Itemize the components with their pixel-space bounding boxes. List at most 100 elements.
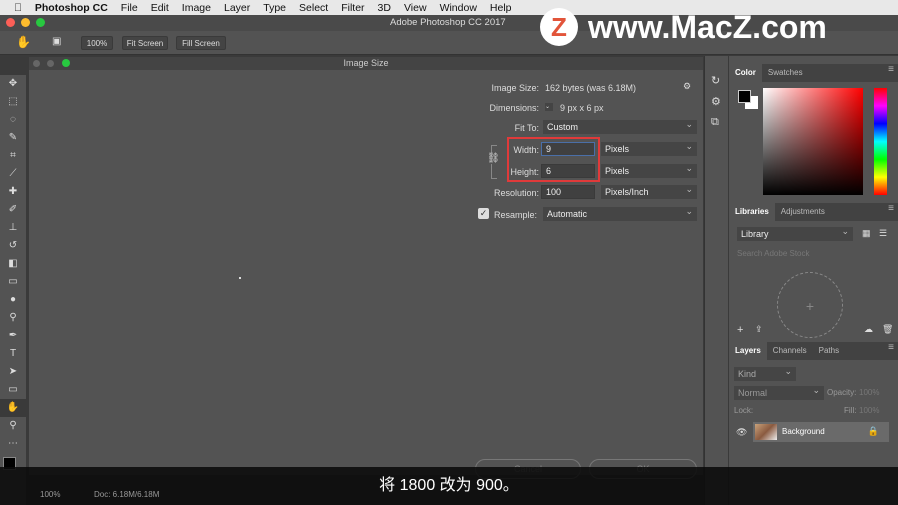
- fit-screen-button[interactable]: Fit Screen: [122, 36, 168, 50]
- panel-icon-strip: ↻ ⚙ ⧉: [704, 56, 728, 505]
- foreground-color[interactable]: [738, 90, 751, 103]
- hand-tool-icon[interactable]: ✋: [0, 399, 26, 417]
- hue-slider[interactable]: [874, 88, 887, 195]
- right-panels: Color Swatches ≡ Libraries Adjustments ≡…: [729, 56, 898, 505]
- apple-icon[interactable]: : [14, 2, 22, 14]
- libraries-panel-tabs: Libraries Adjustments ≡: [729, 203, 898, 221]
- menu-help[interactable]: Help: [490, 2, 512, 14]
- healing-tool-icon[interactable]: ✚: [0, 183, 26, 201]
- tab-layers[interactable]: Layers: [729, 342, 767, 360]
- opacity-input[interactable]: 100%: [859, 388, 879, 397]
- minimize-button[interactable]: [21, 18, 30, 27]
- layers-panel-tabs: Layers Channels Paths ≡: [729, 342, 898, 360]
- shape-tool-icon[interactable]: ▭: [0, 381, 26, 399]
- resample-label: Resample:: [494, 210, 538, 220]
- fit-to-select[interactable]: Custom: [543, 117, 697, 134]
- more-tools-icon[interactable]: ⋯: [0, 435, 26, 453]
- tab-adjustments[interactable]: Adjustments: [775, 203, 831, 221]
- window-title: Adobe Photoshop CC 2017: [390, 17, 506, 28]
- dimensions-dropdown[interactable]: ⌄: [545, 103, 553, 111]
- resolution-unit-select[interactable]: Pixels/Inch: [601, 182, 697, 199]
- list-view-icon[interactable]: ☰: [879, 228, 887, 239]
- history-icon[interactable]: ↻: [711, 74, 728, 87]
- trash-icon[interactable]: 🗑: [882, 324, 893, 335]
- search-stock-input[interactable]: Search Adobe Stock: [737, 249, 810, 258]
- hand-tool-icon[interactable]: ✋: [16, 35, 31, 49]
- fill-screen-button[interactable]: Fill Screen: [176, 36, 226, 50]
- layer-row-background[interactable]: Background 🔒: [753, 422, 889, 442]
- tools-panel: ✥ ⬚ ◌ ✎ ⌗ ⟋ ✚ ✐ ⊥ ↺ ◧ ▭ ● ⚲ ✒ T ➤ ▭ ✋ ⚲ …: [0, 75, 26, 505]
- dimensions-label: Dimensions:: [489, 103, 539, 113]
- tab-channels[interactable]: Channels: [767, 342, 813, 360]
- image-size-label: Image Size:: [491, 83, 539, 93]
- history-brush-tool-icon[interactable]: ↺: [0, 237, 26, 255]
- eyedropper-tool-icon[interactable]: ⟋: [0, 165, 26, 183]
- resample-select[interactable]: Automatic: [543, 204, 697, 221]
- stamp-tool-icon[interactable]: ⊥: [0, 219, 26, 237]
- path-select-tool-icon[interactable]: ➤: [0, 363, 26, 381]
- cloud-icon[interactable]: ☁: [864, 324, 873, 335]
- menu-type[interactable]: Type: [263, 2, 286, 14]
- add-library-icon[interactable]: +: [777, 272, 843, 338]
- menu-file[interactable]: File: [121, 2, 138, 14]
- layer-thumbnail: [755, 424, 777, 440]
- type-tool-icon[interactable]: T: [0, 345, 26, 363]
- crop-tool-icon[interactable]: ⌗: [0, 147, 26, 165]
- tab-paths[interactable]: Paths: [813, 342, 845, 360]
- blur-tool-icon[interactable]: ●: [0, 291, 26, 309]
- blend-mode-select[interactable]: Normal: [734, 383, 824, 400]
- add-icon[interactable]: +: [737, 324, 743, 336]
- height-unit-select[interactable]: Pixels: [601, 161, 697, 178]
- highlight-box: [507, 137, 600, 182]
- gear-icon[interactable]: ⚙: [683, 81, 691, 92]
- watermark: Z www.MacZ.com: [540, 8, 827, 46]
- panel-menu-icon[interactable]: ≡: [888, 203, 894, 214]
- move-tool-icon[interactable]: ✥: [0, 75, 26, 93]
- menu-view[interactable]: View: [404, 2, 427, 14]
- dodge-tool-icon[interactable]: ⚲: [0, 309, 26, 327]
- menu-select[interactable]: Select: [299, 2, 328, 14]
- library-select[interactable]: Library: [737, 224, 853, 241]
- menu-layer[interactable]: Layer: [224, 2, 250, 14]
- color-field[interactable]: [763, 88, 863, 195]
- width-unit-select[interactable]: Pixels: [601, 139, 697, 156]
- fill-label: Fill:: [844, 406, 857, 415]
- grid-view-icon[interactable]: ▦: [862, 228, 871, 239]
- fill-input[interactable]: 100%: [859, 406, 879, 415]
- properties-icon[interactable]: ⚙: [711, 95, 728, 108]
- zoom-100-button[interactable]: 100%: [81, 36, 113, 50]
- tab-color[interactable]: Color: [729, 64, 762, 82]
- lasso-tool-icon[interactable]: ◌: [0, 111, 26, 129]
- info-icon[interactable]: ⧉: [711, 116, 728, 129]
- dimensions-value: 9 px x 6 px: [560, 103, 604, 113]
- dialog-zoom-button[interactable]: [62, 59, 70, 67]
- fit-to-label: Fit To:: [514, 123, 539, 133]
- menu-app[interactable]: Photoshop CC: [35, 2, 108, 14]
- panel-menu-icon[interactable]: ≡: [888, 342, 894, 353]
- zoom-tool-icon[interactable]: ⚲: [0, 417, 26, 435]
- menu-3d[interactable]: 3D: [378, 2, 391, 14]
- panel-menu-icon[interactable]: ≡: [888, 64, 894, 75]
- resample-checkbox[interactable]: ✓: [478, 208, 489, 219]
- tab-libraries[interactable]: Libraries: [729, 203, 775, 221]
- zoom-button[interactable]: [36, 18, 45, 27]
- brush-tool-icon[interactable]: ✐: [0, 201, 26, 219]
- close-button[interactable]: [6, 18, 15, 27]
- upload-icon[interactable]: ⇪: [755, 324, 763, 335]
- tab-swatches[interactable]: Swatches: [762, 64, 809, 82]
- resolution-input[interactable]: 100: [541, 185, 595, 199]
- gradient-tool-icon[interactable]: ▭: [0, 273, 26, 291]
- pen-tool-icon[interactable]: ✒: [0, 327, 26, 345]
- quick-select-tool-icon[interactable]: ✎: [0, 129, 26, 147]
- marquee-tool-icon[interactable]: ⬚: [0, 93, 26, 111]
- menu-edit[interactable]: Edit: [151, 2, 169, 14]
- subtitle-caption: 将 1800 改为 900。: [0, 467, 898, 505]
- lock-icon[interactable]: 🔒: [868, 426, 879, 437]
- eye-icon[interactable]: 👁: [736, 427, 747, 438]
- menu-filter[interactable]: Filter: [341, 2, 364, 14]
- layer-filter-kind[interactable]: Kind: [734, 364, 796, 381]
- menu-window[interactable]: Window: [440, 2, 477, 14]
- scroll-all-windows-icon[interactable]: ▣: [52, 36, 61, 47]
- eraser-tool-icon[interactable]: ◧: [0, 255, 26, 273]
- menu-image[interactable]: Image: [182, 2, 211, 14]
